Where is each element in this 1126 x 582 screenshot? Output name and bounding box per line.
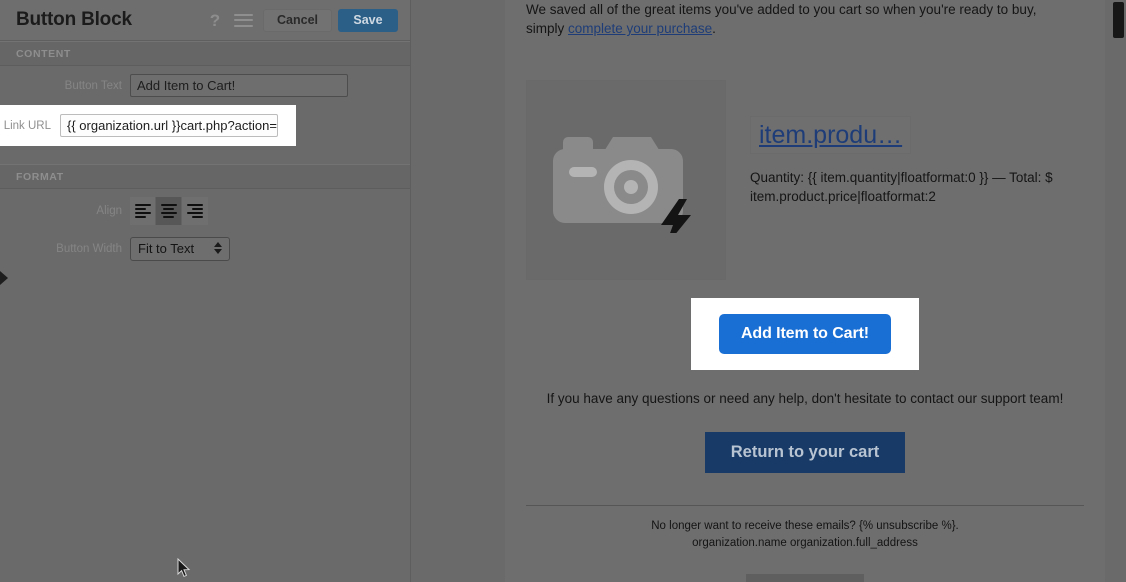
align-right-icon <box>187 204 203 218</box>
button-text-label: Button Text <box>64 79 122 92</box>
hamburger-glyph <box>233 13 253 27</box>
unsubscribe-line: No longer want to receive these emails? … <box>651 520 959 532</box>
format-section-body: Align Button Width Fit to Text <box>0 189 410 279</box>
organization-line: organization.name organization.full_addr… <box>692 537 918 549</box>
cancel-button[interactable]: Cancel <box>263 8 332 32</box>
chevron-updown-icon <box>214 242 222 254</box>
product-name-link[interactable]: item.produ… <box>750 116 912 154</box>
link-url-label: Link URL <box>3 119 51 132</box>
camera-placeholder-icon <box>553 137 691 233</box>
email-footer: No longer want to receive these emails? … <box>526 506 1084 552</box>
klaviyo-logo: KLAVIYO <box>746 574 864 582</box>
save-button[interactable]: Save <box>338 8 398 32</box>
help-icon[interactable]: ? <box>201 0 229 40</box>
intro-paragraph: We saved all of the great items you've a… <box>526 0 1084 38</box>
editor-panel-header: Button Block ? Cancel Save <box>0 0 410 41</box>
button-text-input[interactable]: Add Item to Cart! <box>130 74 348 97</box>
question-mark-glyph: ? <box>209 10 221 30</box>
header-actions: ? Cancel Save <box>201 0 398 40</box>
hamburger-menu-icon[interactable] <box>229 0 257 40</box>
email-body: We saved all of the great items you've a… <box>505 0 1105 582</box>
vertical-scrollbar-track[interactable] <box>1111 0 1126 582</box>
field-row-button-width: Button Width Fit to Text <box>0 237 410 261</box>
return-button-wrapper: Return to your cart <box>526 432 1084 473</box>
cta-spotlight-highlight: Add Item to Cart! <box>690 298 920 370</box>
align-center-button[interactable] <box>156 197 182 225</box>
field-row-align: Align <box>0 197 410 225</box>
brand-wrapper: KLAVIYO <box>526 574 1084 582</box>
button-width-label: Button Width <box>56 243 122 255</box>
complete-purchase-link[interactable]: complete your purchase <box>568 21 712 36</box>
section-header-format: FORMAT <box>0 164 410 189</box>
align-left-icon <box>134 204 151 218</box>
intro-line-2-suffix: . <box>712 21 716 36</box>
section-header-content: CONTENT <box>0 41 410 66</box>
product-block: item.produ… Quantity: {{ item.quantity|f… <box>526 80 1084 280</box>
button-width-value: Fit to Text <box>138 241 195 256</box>
intro-line-2-prefix: simply <box>526 21 569 36</box>
app-stage: Button Block ? Cancel Save CONTENT Butto… <box>0 0 1126 582</box>
field-row-link-url: Link URL {{ organization.url }}cart.php?… <box>0 105 296 146</box>
collapse-panel-arrow[interactable] <box>0 271 9 286</box>
align-right-button[interactable] <box>182 197 208 225</box>
align-center-icon <box>160 204 177 218</box>
button-block-editor-panel: Button Block ? Cancel Save CONTENT Butto… <box>0 0 411 582</box>
return-to-cart-button[interactable]: Return to your cart <box>704 432 906 473</box>
support-paragraph: If you have any questions or need any he… <box>546 391 1064 406</box>
product-image-placeholder[interactable] <box>526 80 726 280</box>
align-left-button[interactable] <box>130 197 156 225</box>
product-info: item.produ… Quantity: {{ item.quantity|f… <box>750 80 1060 280</box>
align-label: Align <box>96 205 122 217</box>
cta-button-wrapper: Add Item to Cart! <box>526 298 1084 370</box>
add-item-to-cart-button[interactable]: Add Item to Cart! <box>718 314 892 354</box>
align-button-group <box>130 197 208 225</box>
page-title: Button Block <box>16 9 132 30</box>
button-width-select[interactable]: Fit to Text <box>130 237 230 261</box>
product-quantity-total: Quantity: {{ item.quantity|floatformat:0… <box>750 170 1053 204</box>
content-section-body: Button Text Add Item to Cart! Link URL {… <box>0 66 410 164</box>
intro-line-1: We saved all of the great items you've a… <box>526 2 1037 17</box>
vertical-scrollbar-thumb[interactable] <box>1113 2 1124 38</box>
email-preview-area: We saved all of the great items you've a… <box>411 0 1126 582</box>
email-canvas: We saved all of the great items you've a… <box>505 0 1105 582</box>
link-url-input[interactable]: {{ organization.url }}cart.php?action=a <box>60 114 278 137</box>
field-row-button-text: Button Text Add Item to Cart! <box>0 74 410 97</box>
